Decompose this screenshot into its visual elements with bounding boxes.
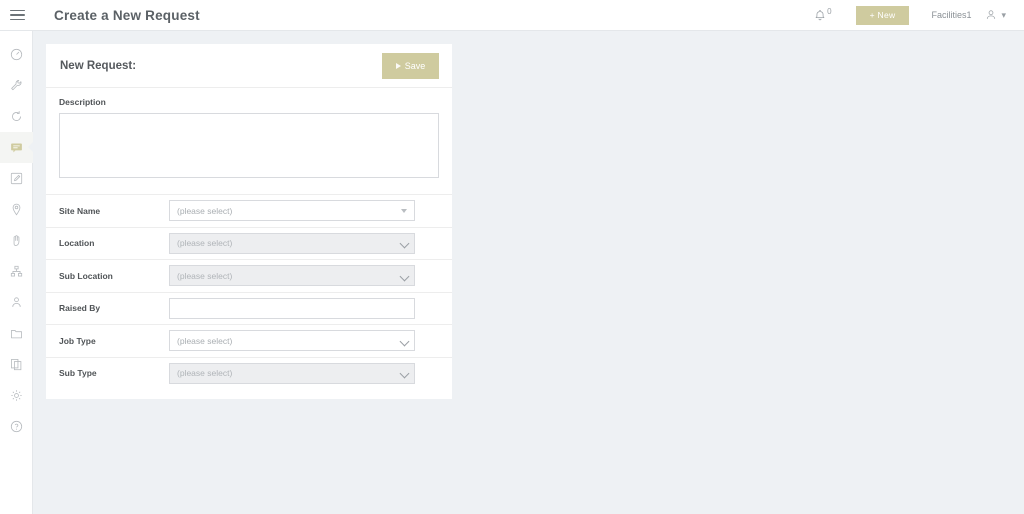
bell-icon — [815, 9, 825, 20]
sidebar-item-assets[interactable] — [0, 225, 33, 256]
help-circle-icon — [10, 420, 23, 433]
chevron-down-icon — [399, 336, 410, 347]
raised-by-label: Raised By — [59, 303, 101, 314]
sub-location-select[interactable]: (please select) — [169, 265, 415, 287]
sidebar-item-sites[interactable] — [0, 194, 33, 225]
user-icon — [987, 10, 996, 19]
sidebar-item-settings[interactable] — [0, 380, 33, 411]
new-request-card: New Request: Save Description Site Name … — [46, 44, 452, 399]
user-name[interactable]: Facilities1 — [923, 10, 979, 20]
sidebar-item-contacts[interactable] — [0, 287, 33, 318]
documents-icon — [11, 359, 22, 371]
user-menu-button[interactable]: ▾ — [979, 9, 1012, 21]
hamburger-line — [9, 18, 25, 21]
location-value: (please select) — [177, 238, 233, 249]
field-row-job-type: Job Type (please select) — [46, 324, 452, 357]
description-field-group: Description — [46, 88, 452, 194]
sidebar-item-hierarchy[interactable] — [0, 256, 33, 287]
save-button-label: Save — [404, 60, 426, 71]
sub-location-value: (please select) — [177, 270, 233, 281]
gauge-icon — [10, 48, 23, 61]
sidebar-item-folders[interactable] — [0, 318, 33, 349]
site-name-label: Site Name — [59, 205, 101, 216]
job-type-select[interactable]: (please select) — [169, 330, 415, 352]
raised-by-input[interactable] — [169, 297, 415, 319]
sidebar-item-maintenance[interactable] — [0, 70, 33, 101]
location-select[interactable]: (please select) — [169, 232, 415, 254]
field-row-raised-by: Raised By — [46, 291, 452, 325]
sidebar-item-reactive[interactable] — [0, 101, 33, 132]
edit-note-icon — [10, 172, 23, 185]
caret-down-icon — [401, 209, 407, 214]
notification-count: 0 — [827, 7, 832, 16]
sidebar-item-help[interactable] — [0, 411, 33, 442]
description-input[interactable] — [59, 113, 439, 178]
notifications-button[interactable]: 0 — [804, 0, 841, 31]
sub-location-label: Sub Location — [59, 270, 113, 281]
location-label: Location — [59, 238, 95, 249]
card-footer — [46, 389, 452, 399]
field-row-site-name: Site Name (please select) — [46, 194, 452, 227]
chevron-down-icon: ▾ — [1001, 9, 1006, 20]
site-name-select[interactable]: (please select) — [169, 200, 415, 222]
top-bar: Create a New Request 0 + New Facilities1… — [0, 0, 1024, 31]
hamburger-line — [9, 9, 25, 12]
job-type-label: Job Type — [59, 335, 96, 346]
sub-type-label: Sub Type — [59, 368, 97, 379]
job-type-value: (please select) — [177, 335, 233, 346]
description-label: Description — [59, 97, 106, 107]
main-content: New Request: Save Description Site Name … — [33, 31, 1024, 514]
person-icon — [12, 297, 21, 307]
chevron-down-icon — [399, 368, 410, 379]
speech-bubble-icon — [11, 143, 22, 153]
page-title: Create a New Request — [54, 7, 200, 23]
wrench-icon — [11, 80, 22, 91]
hamburger-line — [9, 14, 25, 16]
card-header: New Request: Save — [46, 44, 452, 88]
sidebar-item-documents[interactable] — [0, 349, 33, 380]
sub-type-select[interactable]: (please select) — [169, 362, 415, 384]
sitemap-icon — [10, 265, 23, 277]
chevron-down-icon — [399, 271, 410, 282]
chevron-down-icon — [399, 238, 410, 249]
new-button[interactable]: + New — [855, 5, 910, 25]
site-name-value: (please select) — [177, 205, 233, 216]
card-title: New Request: — [60, 59, 137, 72]
refresh-icon — [12, 111, 21, 121]
sub-type-value: (please select) — [177, 368, 233, 379]
play-triangle-icon — [395, 62, 401, 69]
save-button[interactable]: Save — [382, 52, 439, 79]
sidebar — [0, 31, 34, 514]
sidebar-item-requests[interactable] — [0, 132, 34, 163]
sidebar-item-dashboard[interactable] — [0, 39, 33, 70]
hamburger-icon[interactable] — [0, 0, 34, 31]
map-pin-icon — [12, 203, 21, 216]
folder-icon — [11, 330, 22, 339]
field-row-sub-type: Sub Type (please select) — [46, 356, 452, 390]
hand-icon — [13, 235, 20, 246]
field-row-location: Location (please select) — [46, 226, 452, 260]
sidebar-item-tasks[interactable] — [0, 163, 33, 194]
top-bar-actions: 0 + New Facilities1 ▾ — [804, 0, 1024, 31]
gear-icon — [11, 390, 22, 401]
field-row-sub-location: Sub Location (please select) — [46, 259, 452, 292]
